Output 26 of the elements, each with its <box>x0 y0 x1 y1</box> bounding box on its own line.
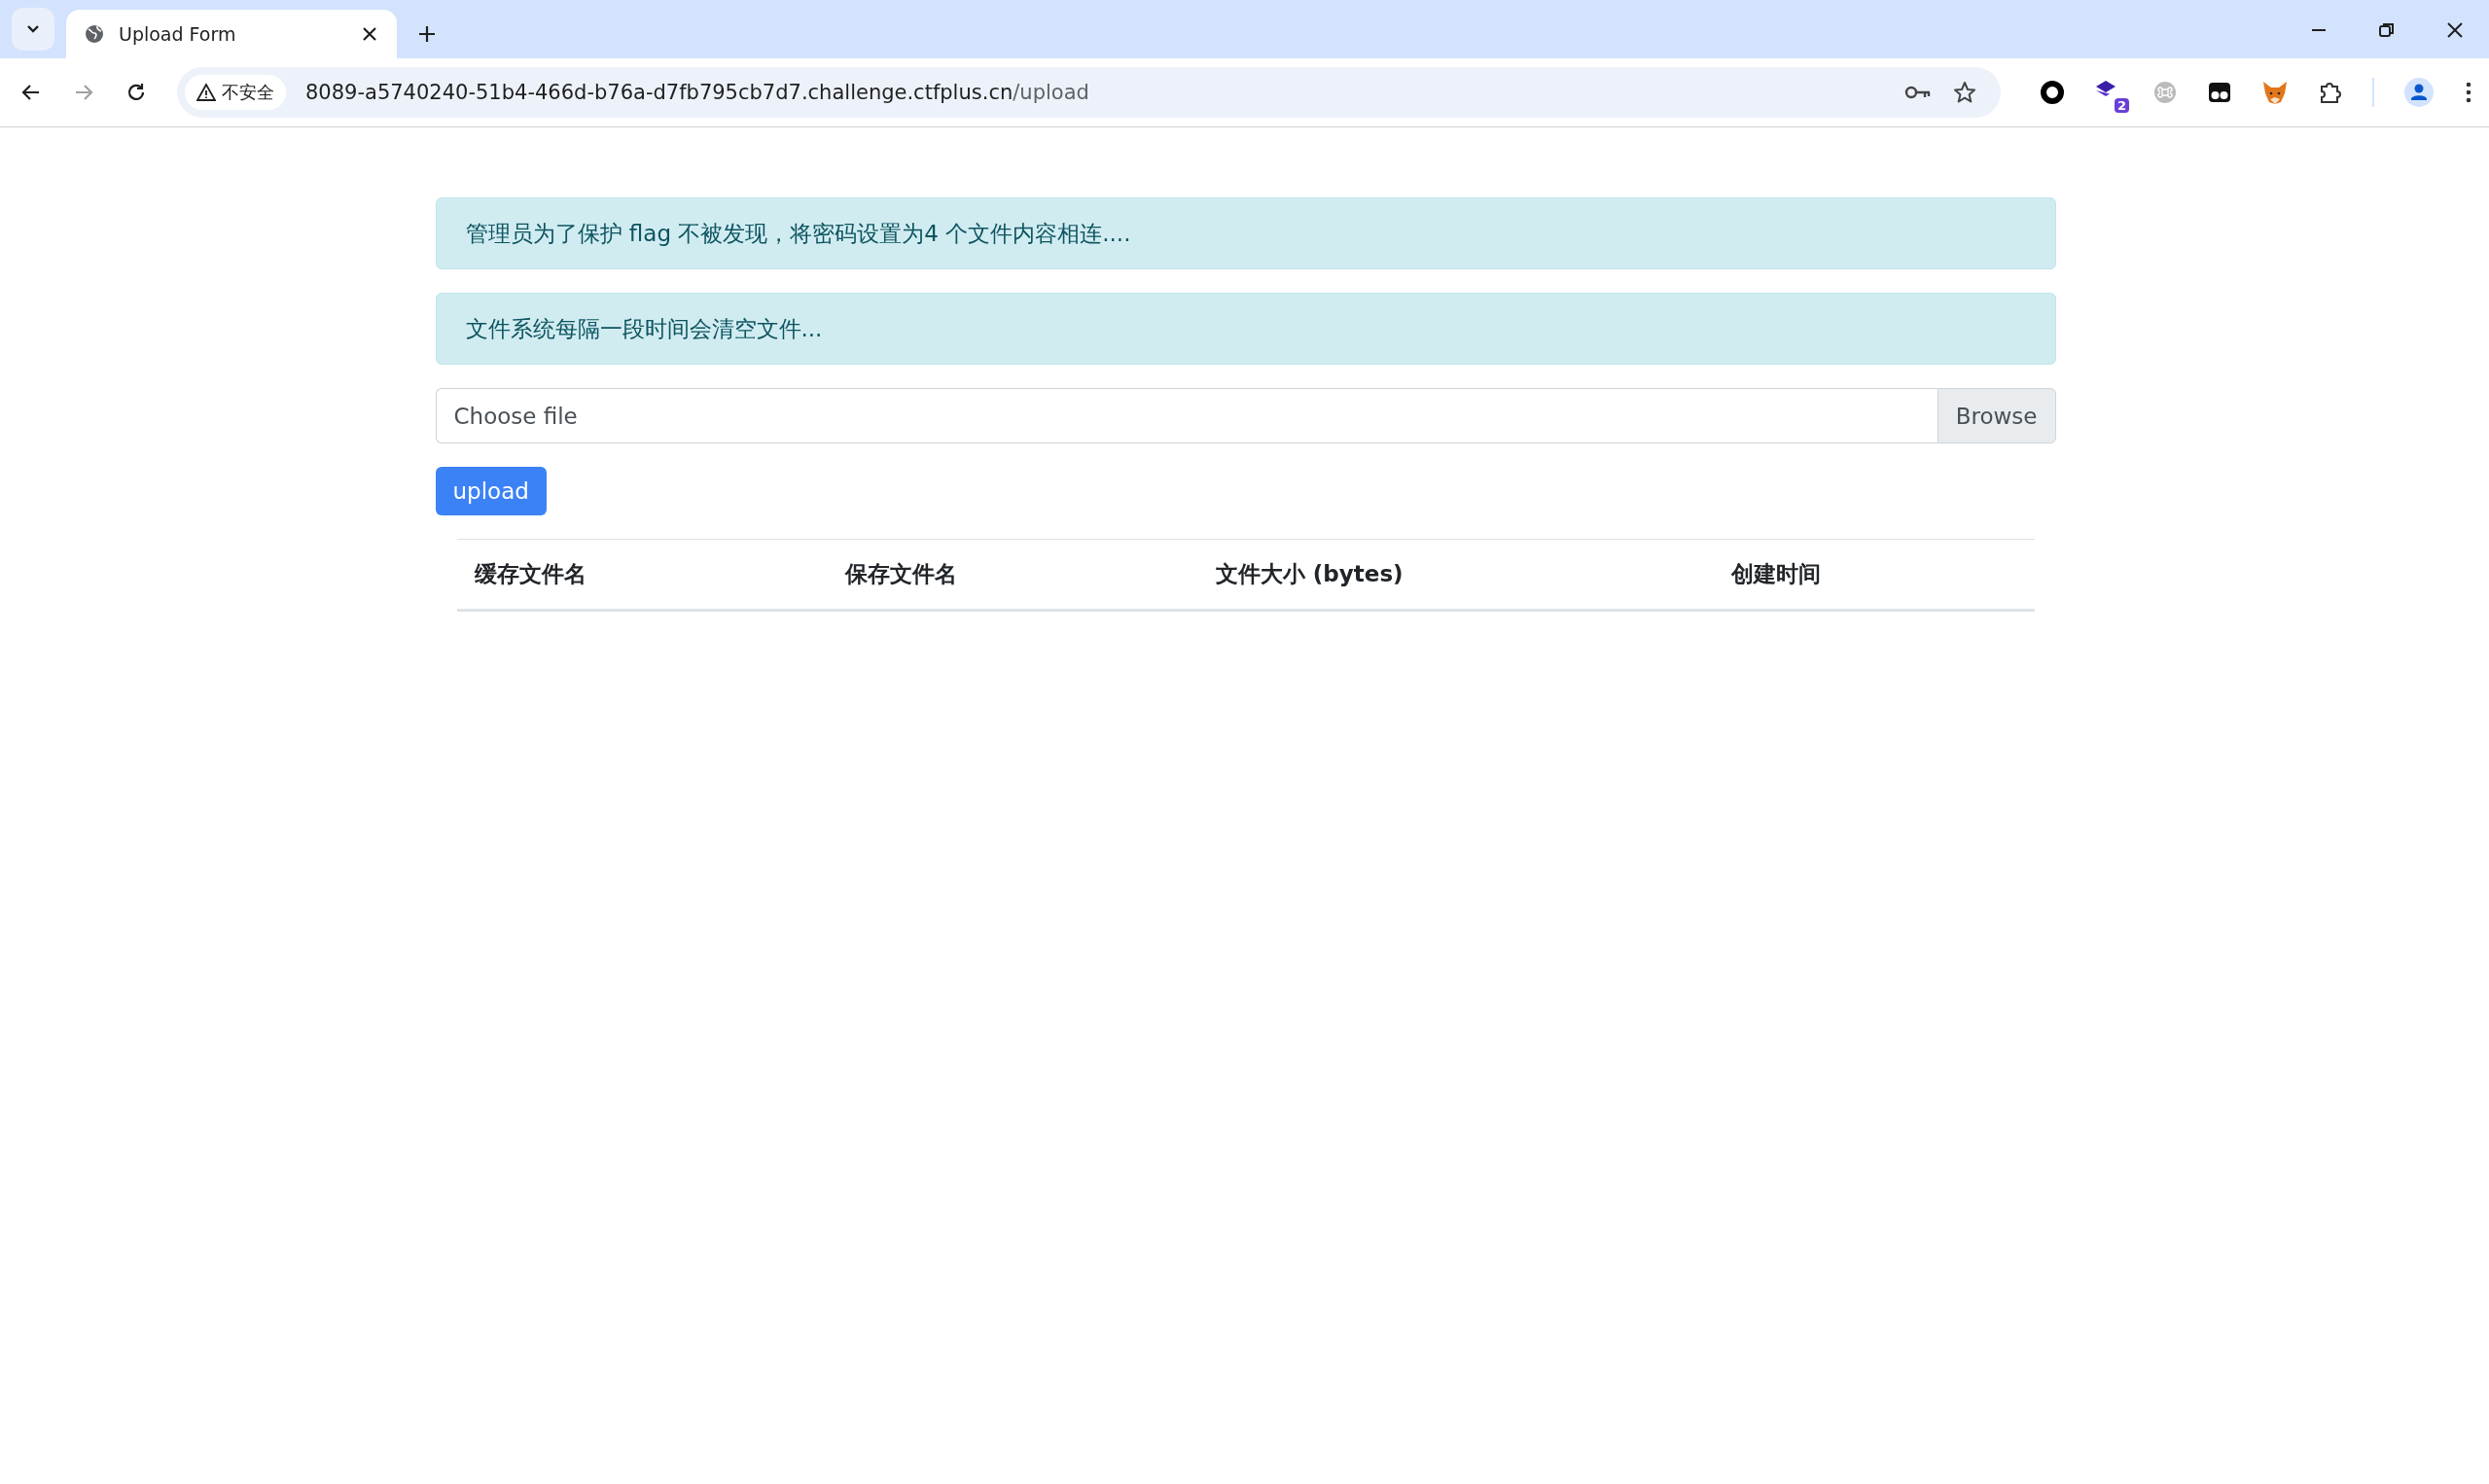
star-icon[interactable] <box>1952 80 1977 105</box>
browser-tab[interactable]: Upload Form <box>66 10 397 58</box>
two-dots-icon[interactable] <box>2207 80 2232 105</box>
column-header: 创建时间 <box>1714 539 2035 611</box>
url-text: 8089-a5740240-51b4-466d-b76a-d7fb795cb7d7.challenge.ctfplus.cn/upload <box>305 81 1089 104</box>
security-label: 不安全 <box>222 81 274 104</box>
tab-title: Upload Form <box>119 23 237 45</box>
column-header: 保存文件名 <box>827 539 1198 611</box>
profile-avatar-icon[interactable] <box>2403 77 2435 108</box>
column-header: 缓存文件名 <box>456 539 828 611</box>
ring-icon[interactable] <box>2040 80 2065 105</box>
info-alert: 文件系统每隔一段时间会清空文件... <box>435 293 2056 365</box>
extension-badge: 2 <box>2114 98 2129 113</box>
globe-icon <box>84 23 105 45</box>
info-alert: 管理员为了保护 flag 不被发现，将密码设置为4 个文件内容相连.... <box>435 197 2056 269</box>
browse-button[interactable]: Browse <box>1937 388 2056 443</box>
upload-button[interactable]: upload <box>435 467 547 515</box>
address-bar[interactable]: 不安全 8089-a5740240-51b4-466d-b76a-d7fb795cb7d7.challenge.ctfplus.cn/upload <box>177 67 2001 118</box>
file-input[interactable]: Choose file <box>435 388 1938 443</box>
warning-icon <box>196 83 216 102</box>
column-header: 文件大小 (bytes) <box>1197 539 1715 611</box>
fox-icon[interactable] <box>2261 80 2289 105</box>
new-tab-icon[interactable] <box>416 23 438 45</box>
puzzle-icon[interactable] <box>2318 80 2343 105</box>
menu-icon[interactable] <box>2464 80 2473 105</box>
security-chip[interactable]: 不安全 <box>185 75 286 110</box>
